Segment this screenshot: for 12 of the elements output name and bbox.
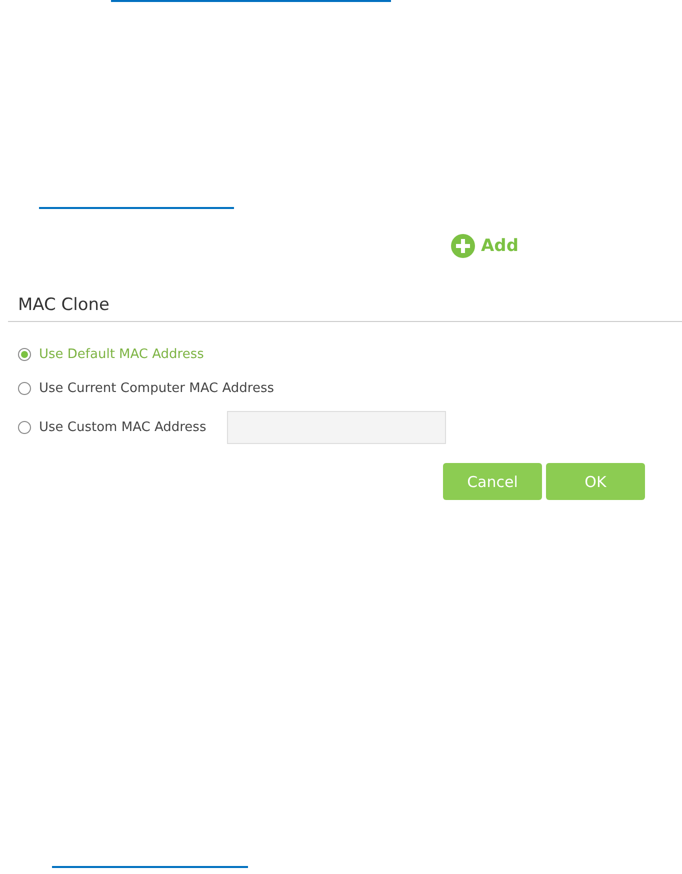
radio-button[interactable] — [18, 421, 31, 434]
add-button[interactable]: Add — [451, 234, 518, 258]
plus-icon — [451, 234, 475, 258]
radio-button[interactable] — [18, 382, 31, 394]
radio-button[interactable] — [18, 348, 31, 360]
section-title: MAC Clone — [8, 295, 682, 322]
mac-address-field[interactable] — [227, 411, 446, 444]
ok-button[interactable]: OK — [546, 463, 645, 500]
radio-option[interactable]: Use Custom MAC Address — [18, 420, 209, 435]
radio-option[interactable]: Use Current Computer MAC Address — [18, 380, 274, 396]
radio-option[interactable]: Use Default MAC Address — [18, 346, 204, 362]
cancel-button[interactable]: Cancel — [443, 463, 542, 500]
